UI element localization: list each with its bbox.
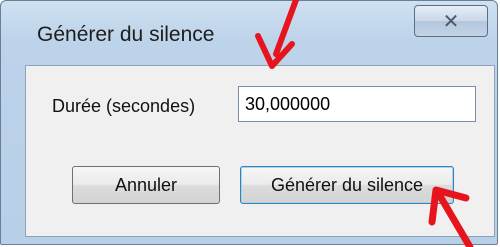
annotation-arrow-top [255, 0, 474, 247]
